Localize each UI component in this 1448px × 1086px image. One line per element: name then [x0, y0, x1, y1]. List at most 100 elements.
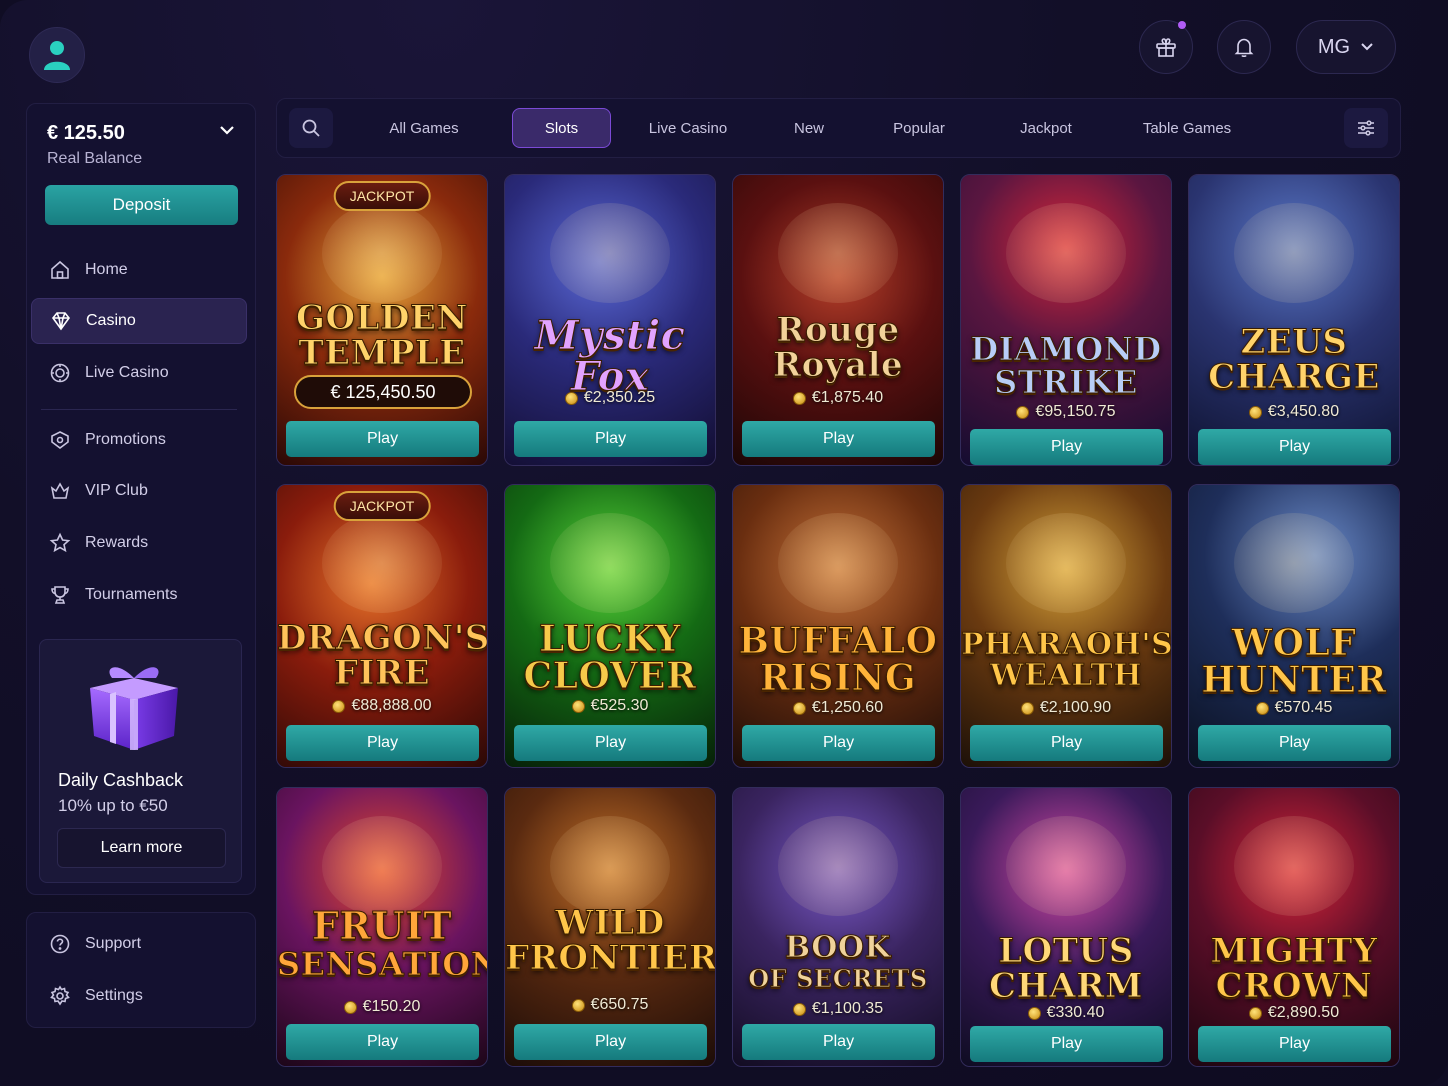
coin-icon — [792, 391, 806, 405]
tab-popular[interactable]: Popular — [879, 108, 959, 148]
tab-slots[interactable]: Slots — [512, 108, 611, 148]
sidebar-item-settings[interactable]: Settings — [31, 973, 247, 1019]
play-button[interactable]: Play — [970, 1026, 1163, 1062]
game-title: PHARAOH'S WEALTH — [961, 627, 1172, 692]
game-amount: €1,100.35 — [733, 1000, 943, 1018]
play-button[interactable]: Play — [742, 1024, 935, 1060]
game-title-line1: WILD — [555, 903, 665, 943]
game-amount-value: €1,875.40 — [811, 389, 884, 406]
play-button[interactable]: Play — [1198, 429, 1391, 465]
play-button[interactable]: Play — [514, 421, 707, 457]
search-icon — [302, 119, 320, 137]
play-button[interactable]: Play — [970, 725, 1163, 761]
play-button[interactable]: Play — [286, 421, 479, 457]
play-button[interactable]: Play — [286, 725, 479, 761]
game-title-line1: BUFFALO — [738, 620, 938, 662]
filter-button[interactable] — [1344, 108, 1388, 148]
crown-icon — [50, 482, 70, 499]
game-title-line1: FRUIT — [311, 903, 453, 948]
game-amount: €1,875.40 — [733, 389, 943, 407]
coin-icon — [792, 701, 806, 715]
tab-jackpot[interactable]: Jackpot — [1006, 108, 1086, 148]
game-card[interactable]: BOOK OF SECRETS €1,100.35 Play — [732, 787, 944, 1067]
notifications-button[interactable] — [1217, 20, 1271, 74]
game-amount-value: €2,350.25 — [583, 389, 656, 406]
jackpot-amount: € 125,450.50 — [294, 375, 472, 409]
game-card[interactable]: Mystic Fox €2,350.25 Play — [504, 174, 716, 466]
balance-chevron-icon[interactable] — [219, 124, 235, 136]
game-card[interactable]: WILD FRONTIER €650.75 Play — [504, 787, 716, 1067]
play-button[interactable]: Play — [742, 725, 935, 761]
game-amount-value: €2,100.90 — [1039, 699, 1112, 716]
game-artwork-shape — [550, 203, 670, 303]
tab-all-games[interactable]: All Games — [369, 108, 479, 148]
game-card[interactable]: BUFFALO RISING €1,250.60 Play — [732, 484, 944, 768]
coin-icon — [1016, 405, 1030, 419]
play-button[interactable]: Play — [970, 429, 1163, 465]
play-button[interactable]: Play — [514, 1024, 707, 1060]
jackpot-badge: JACKPOT — [333, 491, 431, 521]
coin-icon — [564, 391, 578, 405]
gift-button[interactable] — [1139, 20, 1193, 74]
sidebar-item-label: Tournaments — [85, 586, 178, 603]
game-artwork-shape — [778, 816, 898, 916]
game-title: BOOK OF SECRETS — [733, 932, 943, 994]
gear-icon — [50, 985, 70, 1006]
sidebar-item-vip-club[interactable]: VIP Club — [31, 468, 247, 514]
play-button[interactable]: Play — [1198, 1026, 1391, 1062]
trophy-icon — [51, 586, 69, 604]
play-button[interactable]: Play — [742, 421, 935, 457]
game-title-line1: WOLF — [1231, 622, 1357, 664]
game-amount-value: €1,250.60 — [811, 699, 884, 716]
game-card[interactable]: Rouge Royale €1,875.40 Play — [732, 174, 944, 466]
game-card[interactable]: LOTUS CHARM €330.40 Play — [960, 787, 1172, 1067]
sidebar-item-label: VIP Club — [85, 482, 148, 499]
coin-icon — [1248, 1006, 1262, 1020]
game-card[interactable]: PHARAOH'S WEALTH €2,100.90 Play — [960, 484, 1172, 768]
game-title-line1: PHARAOH'S — [961, 627, 1172, 662]
game-card[interactable]: DIAMOND STRIKE €95,150.75 Play — [960, 174, 1172, 466]
game-card[interactable]: FRUIT SENSATION €150.20 Play — [276, 787, 488, 1067]
game-title-line2: CHARGE — [1208, 357, 1380, 397]
learn-more-button[interactable]: Learn more — [57, 828, 226, 868]
sidebar-item-home[interactable]: Home — [31, 247, 247, 293]
star-icon — [49, 532, 71, 553]
game-title: Rouge Royale — [733, 312, 943, 385]
user-avatar[interactable] — [29, 27, 85, 83]
tab-table-games[interactable]: Table Games — [1132, 108, 1242, 148]
game-artwork-shape — [778, 203, 898, 303]
sidebar-item-promotions[interactable]: Promotions — [31, 417, 247, 463]
sidebar-item-casino[interactable]: Casino — [31, 298, 247, 344]
deposit-button[interactable]: Deposit — [45, 185, 238, 225]
search-button[interactable] — [289, 108, 333, 148]
sidebar-item-tournaments[interactable]: Tournaments — [31, 572, 247, 618]
play-button[interactable]: Play — [514, 725, 707, 761]
user-menu-button[interactable]: MG — [1296, 20, 1396, 74]
play-button[interactable]: Play — [286, 1024, 479, 1060]
game-card[interactable]: LUCKY CLOVER €525.30 Play — [504, 484, 716, 768]
game-amount-value: €2,890.50 — [1267, 1004, 1340, 1021]
tab-new[interactable]: New — [774, 108, 844, 148]
game-amount-value: €525.30 — [590, 697, 649, 714]
support-icon — [50, 934, 70, 954]
play-button[interactable]: Play — [1198, 725, 1391, 761]
game-title-line2: CROWN — [1215, 966, 1373, 1006]
game-amount: €2,100.90 — [961, 699, 1171, 717]
sidebar-item-rewards[interactable]: Rewards — [31, 520, 247, 566]
game-amount-value: €570.45 — [1274, 699, 1333, 716]
game-amount: €525.30 — [505, 697, 715, 715]
game-card[interactable]: WOLF HUNTER €570.45 Play — [1188, 484, 1400, 768]
game-title-line1: MIGHTY — [1210, 931, 1378, 971]
game-card[interactable]: ZEUS CHARGE €3,450.80 Play — [1188, 174, 1400, 466]
tab-live-casino[interactable]: Live Casino — [638, 108, 738, 148]
game-title: WILD FRONTIER — [505, 903, 715, 976]
game-card[interactable]: DRAGON'S FIRE JACKPOT €88,888.00 Play — [276, 484, 488, 768]
game-artwork-shape — [1234, 513, 1354, 613]
sidebar-item-support[interactable]: Support — [31, 921, 247, 967]
game-artwork-shape — [322, 513, 442, 613]
game-title-line2: Royale — [772, 345, 904, 385]
sidebar-item-live-casino[interactable]: Live Casino — [31, 350, 247, 396]
game-card[interactable]: GOLDEN TEMPLE JACKPOT € 125,450.50 Play — [276, 174, 488, 466]
sidebar-item-label: Rewards — [85, 534, 149, 551]
game-card[interactable]: MIGHTY CROWN €2,890.50 Play — [1188, 787, 1400, 1067]
